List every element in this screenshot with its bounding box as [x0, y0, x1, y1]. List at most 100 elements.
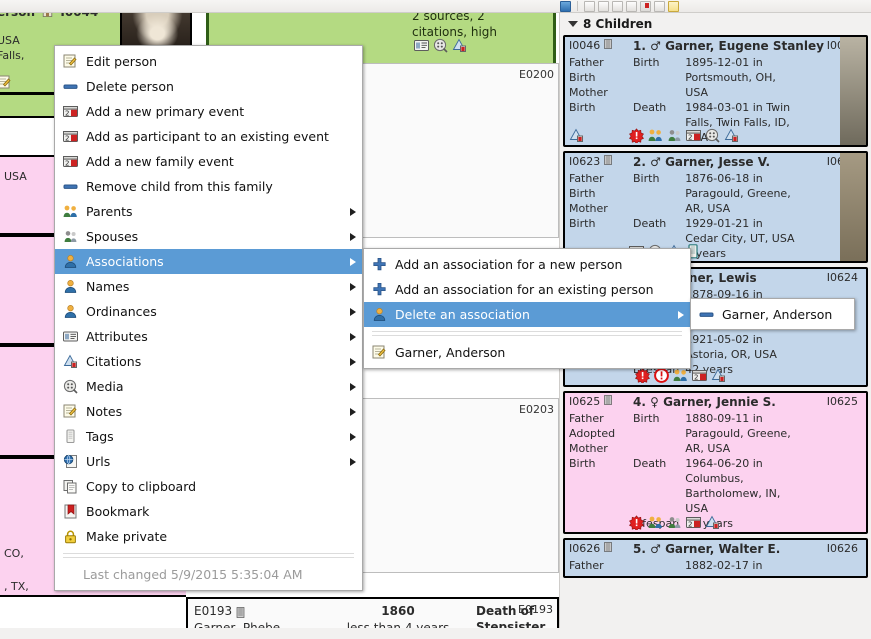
- private-icon: [603, 39, 612, 49]
- menu-item-add-association-existing-person[interactable]: Add an association for an existing perso…: [364, 277, 690, 302]
- edit-note-icon: [372, 345, 387, 360]
- person-icon[interactable]: [560, 0, 571, 12]
- male-symbol-icon: ♂: [650, 39, 661, 53]
- media-icon[interactable]: [626, 0, 637, 12]
- menu-item-ordinances[interactable]: Ordinances: [55, 299, 362, 324]
- media-icon[interactable]: [433, 38, 448, 53]
- fact-label: Lifespan: [633, 145, 685, 147]
- child-id: I0626: [569, 542, 612, 555]
- list-item[interactable]: I0046 1. ♂ Garner, Eugene Stanley I0046 …: [563, 35, 868, 147]
- event-icon[interactable]: 2: [686, 128, 701, 143]
- menu-item-label: Remove child from this family: [86, 179, 273, 194]
- citation-icon[interactable]: [640, 0, 651, 12]
- citation-icon[interactable]: [705, 515, 720, 530]
- menu-item-make-private[interactable]: Make private: [55, 524, 362, 549]
- menu-item-associations[interactable]: Associations: [55, 249, 362, 274]
- list-item[interactable]: I0625 4. ♀ Garner, Jennie S. I0625 Fathe…: [563, 391, 868, 534]
- child-role: Father: [569, 56, 604, 69]
- menu-item-delete-person[interactable]: Delete person: [55, 74, 362, 99]
- context-menu[interactable]: Edit person Delete person 2 Add a new pr…: [54, 45, 363, 591]
- event-bottom-person: Garner, Phebe: [194, 621, 281, 628]
- citation-icon[interactable]: [711, 368, 726, 383]
- menu-item-citations[interactable]: Citations: [55, 349, 362, 374]
- menu-item-names[interactable]: Names: [55, 274, 362, 299]
- child-name: 5. ♂ Garner, Walter E.: [633, 542, 780, 556]
- child-id-right: I0626: [826, 542, 858, 555]
- menu-item-copy-to-clipboard[interactable]: Copy to clipboard: [55, 474, 362, 499]
- children-header[interactable]: 8 Children: [560, 13, 871, 35]
- plus-icon: [372, 282, 387, 297]
- female-symbol-icon: ♀: [650, 395, 659, 409]
- media-icon[interactable]: [705, 128, 720, 143]
- associations-submenu[interactable]: Add an association for a new person Add …: [363, 248, 691, 369]
- menu-item-add-primary-event[interactable]: 2 Add a new primary event: [55, 99, 362, 124]
- list-item[interactable]: I0626 5. ♂ Garner, Walter E. I0626 Fathe…: [563, 538, 868, 578]
- spouse-icon[interactable]: [667, 515, 682, 530]
- citation-icon[interactable]: [569, 128, 584, 143]
- menu-item-label: Urls: [86, 454, 111, 469]
- menu-item-remove-child[interactable]: Remove child from this family: [55, 174, 362, 199]
- child-name-text: Garner, Jennie S.: [663, 395, 776, 409]
- parents-icon[interactable]: [648, 515, 663, 530]
- citation-icon[interactable]: [724, 128, 739, 143]
- child-thumbnail[interactable]: [840, 153, 866, 261]
- fact-value: 1929-01-21 in Cedar City, UT, USA: [685, 217, 795, 245]
- menu-item-spouses[interactable]: Spouses: [55, 224, 362, 249]
- fact-value: 1876-06-18 in Paragould, Greene, AR, USA: [685, 172, 791, 215]
- app-window: USA Falls, USA CO, , TX, erson I0044: [0, 0, 871, 639]
- menu-item-delete-garner-anderson[interactable]: Garner, Anderson: [691, 302, 854, 326]
- event-icon: 2: [63, 129, 78, 144]
- menu-item-attributes[interactable]: Attributes: [55, 324, 362, 349]
- list-item[interactable]: I0623 2. ♂ Garner, Jesse V. I0623 Father…: [563, 151, 868, 263]
- menu-item-delete-association[interactable]: Delete an association: [364, 302, 690, 327]
- note-icon[interactable]: [654, 0, 665, 12]
- menu-separator: [372, 335, 682, 336]
- event-icon[interactable]: 2: [692, 368, 707, 383]
- delete-association-submenu[interactable]: Garner, Anderson: [690, 298, 855, 330]
- attribute-icon[interactable]: [414, 38, 429, 53]
- url-icon: [63, 454, 78, 469]
- child-name: 1. ♂ Garner, Eugene Stanley: [633, 39, 824, 53]
- tags-icon[interactable]: [668, 0, 679, 12]
- pedigree-icon[interactable]: [598, 0, 609, 12]
- menu-item-add-association-new-person[interactable]: Add an association for a new person: [364, 252, 690, 277]
- menu-item-label: Media: [86, 379, 124, 394]
- menu-item-add-family-event[interactable]: 2 Add a new family event: [55, 149, 362, 174]
- menu-item-association-garner-anderson[interactable]: Garner, Anderson: [364, 340, 690, 365]
- todo-icon[interactable]: [635, 368, 650, 383]
- child-thumbnail[interactable]: [840, 37, 866, 145]
- child-id-right: I0625: [826, 395, 858, 408]
- remove-icon: [63, 79, 78, 94]
- citation-icon[interactable]: [452, 38, 467, 53]
- child-role: Mother: [569, 202, 608, 215]
- menu-item-notes[interactable]: Notes: [55, 399, 362, 424]
- menu-item-add-participant[interactable]: 2 Add as participant to an existing even…: [55, 124, 362, 149]
- menu-item-bookmark[interactable]: Bookmark: [55, 499, 362, 524]
- list-icon[interactable]: [612, 0, 623, 12]
- todo-icon[interactable]: [629, 128, 644, 143]
- parents-icon[interactable]: [648, 128, 663, 143]
- menu-item-label: Bookmark: [86, 504, 150, 519]
- event-bottom-id-line: E0193: [194, 603, 280, 620]
- menu-item-media[interactable]: Media: [55, 374, 362, 399]
- menu-item-edit-person[interactable]: Edit person: [55, 49, 362, 74]
- tree-icon[interactable]: [584, 0, 595, 12]
- menu-item-label: Delete person: [86, 79, 174, 94]
- event-icon[interactable]: 2: [686, 515, 701, 530]
- event-row-bottom[interactable]: E0193 Garner, Phebe Primary 1860 less th…: [186, 597, 559, 628]
- menu-item-parents[interactable]: Parents: [55, 199, 362, 224]
- spouse-icon[interactable]: [667, 128, 682, 143]
- menu-item-tags[interactable]: Tags: [55, 424, 362, 449]
- parents-icon[interactable]: [673, 368, 688, 383]
- attribute-icon: [63, 329, 78, 344]
- menu-item-urls[interactable]: Urls: [55, 449, 362, 474]
- warning-icon[interactable]: [654, 368, 669, 383]
- menu-footer-label: Last changed 5/9/2015 5:35:04 AM: [83, 567, 303, 582]
- edit-note-icon: [63, 54, 78, 69]
- todo-icon[interactable]: [629, 515, 644, 530]
- fact-label: Birth: [633, 56, 660, 69]
- edit-note-icon[interactable]: [0, 75, 12, 90]
- child-role: Birth: [569, 457, 596, 470]
- male-symbol-icon: ♂: [650, 542, 661, 556]
- triangle-down-icon[interactable]: [568, 21, 578, 27]
